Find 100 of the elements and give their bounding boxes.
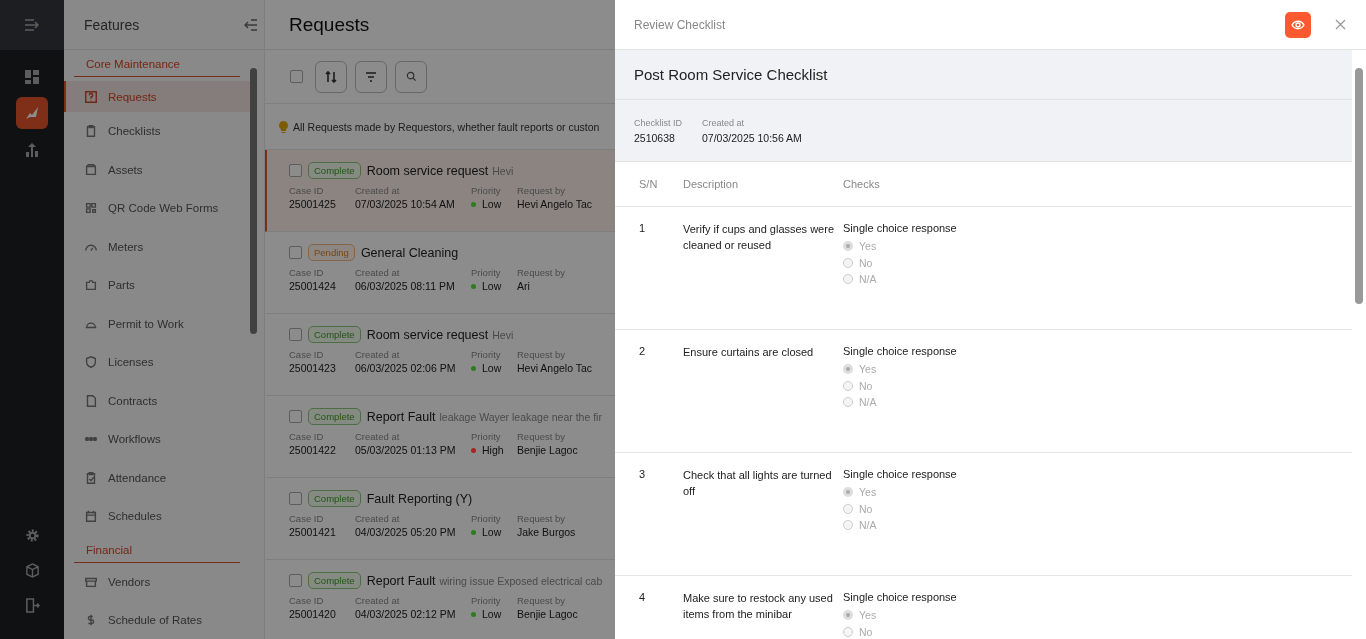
row-checkbox[interactable] <box>289 328 302 341</box>
serial-number: 3 <box>638 468 647 482</box>
option-label: Yes <box>859 486 877 499</box>
logout-icon[interactable] <box>24 598 40 613</box>
box-icon <box>84 162 98 177</box>
field-label: Request by <box>517 349 567 360</box>
sidebar-item[interactable]: Vendors <box>64 562 250 601</box>
eye-icon <box>1291 19 1305 30</box>
radio-button[interactable] <box>843 626 853 637</box>
search-icon <box>405 71 417 82</box>
check-description: Make sure to restock any used items from the minibar <box>683 591 834 622</box>
field-value: 25001421 <box>289 526 337 538</box>
option-label: N/A <box>859 396 877 409</box>
sidebar-item[interactable]: Checklists <box>64 112 250 151</box>
lightbulb-icon <box>279 120 288 133</box>
select-all-checkbox[interactable] <box>290 70 303 83</box>
field-label: Priority <box>471 349 502 360</box>
check-description: Verify if cups and glasses were cleaned or reused <box>683 222 836 253</box>
sidebar-item[interactable]: Contracts <box>64 381 250 420</box>
expand-menu-icon[interactable] <box>24 18 40 32</box>
drawer-title: Review Checklist <box>634 17 727 32</box>
serial-number: 2 <box>638 345 647 359</box>
check-type: Single choice response <box>843 222 958 234</box>
radio-button[interactable] <box>843 520 853 531</box>
section-heading: Financial <box>74 543 240 563</box>
column-header: Description <box>683 176 740 192</box>
info-text: All Requests made by Requestors, whether fault reports or custon <box>293 120 600 133</box>
search-button[interactable] <box>395 60 427 93</box>
close-icon[interactable] <box>1335 19 1346 30</box>
status-tag: Pending <box>308 244 355 261</box>
document-icon <box>84 393 98 408</box>
radio-button[interactable] <box>843 610 853 621</box>
request-description: wiring issue Exposed electrical cab <box>439 574 603 587</box>
field-value: 04/03/2025 02:12 PM <box>355 608 457 620</box>
sidebar-item[interactable]: Schedules <box>64 497 250 536</box>
sidebar-item[interactable]: Workflows <box>64 420 250 459</box>
sidebar-item[interactable]: Schedule of Rates <box>64 601 250 639</box>
request-description: leakage Wayer leakage near the fir <box>439 410 602 423</box>
row-checkbox[interactable] <box>289 410 302 423</box>
option-label: No <box>859 379 873 392</box>
row-checkbox[interactable] <box>289 492 302 505</box>
field-label: Created at <box>355 595 401 606</box>
radio-button[interactable] <box>843 397 853 408</box>
sidebar-item[interactable]: Licenses <box>64 343 250 382</box>
field-label: Created at <box>355 431 401 442</box>
modal-backdrop[interactable] <box>0 0 615 639</box>
status-tag: Complete <box>308 490 361 507</box>
sort-button[interactable] <box>315 60 347 93</box>
field-label: Created at <box>355 513 401 524</box>
option-label: Yes <box>859 240 877 253</box>
maintenance-nav-button[interactable] <box>16 97 48 129</box>
filter-icon <box>365 71 377 82</box>
sidebar-item[interactable]: Requests <box>64 81 250 112</box>
field-value: 05/03/2025 01:13 PM <box>355 444 457 456</box>
dashboard-icon[interactable] <box>25 70 39 84</box>
request-title: General Cleaning <box>360 245 459 260</box>
puzzle-icon <box>84 278 98 293</box>
row-checkbox[interactable] <box>289 164 302 177</box>
page-title: Requests <box>289 13 370 36</box>
cube-icon[interactable] <box>24 563 40 578</box>
sidebar-item[interactable]: Attendance <box>64 458 250 497</box>
radio-button[interactable] <box>843 241 853 252</box>
column-header: Checks <box>843 178 881 190</box>
request-title: Room service request <box>366 327 489 342</box>
status-tag: Complete <box>308 572 361 589</box>
field-label: Created at <box>355 349 401 360</box>
sidebar-item[interactable]: Meters <box>64 227 250 266</box>
radio-button[interactable] <box>843 487 853 498</box>
sidebar-item[interactable]: Parts <box>64 266 250 305</box>
radio-button[interactable] <box>843 380 853 391</box>
field-value: Low <box>482 608 502 620</box>
serial-number: 1 <box>638 222 647 236</box>
settings-icon[interactable] <box>24 528 40 543</box>
radio-button[interactable] <box>843 257 853 268</box>
checklist-title: Post Room Service Checklist <box>634 66 828 83</box>
check-type: Single choice response <box>843 468 958 480</box>
sidebar-item[interactable]: Permit to Work <box>64 304 250 343</box>
calendar-icon <box>84 509 98 524</box>
field-value: 25001422 <box>289 444 337 456</box>
radio-button[interactable] <box>843 274 853 285</box>
radio-button[interactable] <box>843 364 853 375</box>
request-title: Report Fault <box>366 573 436 588</box>
request-title: Fault Reporting (Y) <box>366 491 473 506</box>
preview-button[interactable] <box>1285 11 1311 38</box>
dotted-line-icon <box>84 437 98 442</box>
field-value: Ari <box>517 280 531 292</box>
collapse-panel-icon[interactable] <box>244 18 258 31</box>
field-value: Low <box>482 362 502 374</box>
field-value: 25001424 <box>289 280 337 292</box>
field-value: Benjie Lagoc <box>517 608 579 620</box>
field-value: Low <box>482 526 502 538</box>
upload-chart-icon[interactable] <box>24 142 40 158</box>
sidebar-item[interactable]: Assets <box>64 150 250 189</box>
sidebar-item[interactable]: QR Code Web Forms <box>64 189 250 228</box>
option-label: N/A <box>859 519 877 532</box>
radio-button[interactable] <box>843 503 853 514</box>
filter-button[interactable] <box>355 60 387 93</box>
row-checkbox[interactable] <box>289 574 302 587</box>
row-checkbox[interactable] <box>289 246 302 259</box>
sort-icon <box>325 70 337 83</box>
